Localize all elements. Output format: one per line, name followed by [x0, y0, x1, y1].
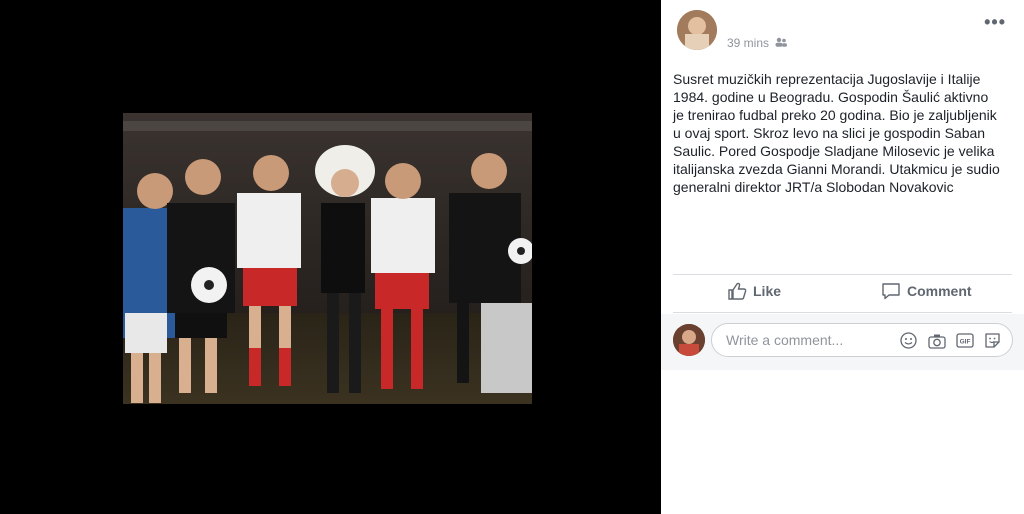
- viewer-avatar-image: [673, 324, 705, 356]
- divider-bottom: [673, 312, 1012, 313]
- comment-label: Comment: [907, 283, 972, 299]
- camera-icon[interactable]: [927, 331, 946, 350]
- author-avatar[interactable]: [677, 10, 717, 50]
- post-panel: 39 mins ••• Susret muzičkih reprezentaci…: [661, 0, 1024, 514]
- post-photo[interactable]: [123, 113, 532, 404]
- post-meta: 39 mins: [727, 36, 788, 50]
- like-button[interactable]: Like: [727, 282, 781, 300]
- like-icon: [728, 282, 747, 300]
- photo-image: [123, 113, 532, 404]
- friends-icon[interactable]: [775, 36, 788, 50]
- divider-top: [673, 274, 1012, 275]
- post-text: Susret muzičkih reprezentacija Jugoslavi…: [673, 71, 1000, 195]
- comment-button[interactable]: Comment: [881, 282, 972, 300]
- comment-bar: GIF: [661, 314, 1024, 370]
- photo-viewer: [0, 0, 661, 514]
- emoji-icon[interactable]: [899, 331, 918, 350]
- post-timestamp[interactable]: 39 mins: [727, 36, 769, 50]
- viewer-avatar[interactable]: [673, 324, 705, 356]
- like-label: Like: [753, 283, 782, 299]
- comment-input[interactable]: [724, 331, 898, 349]
- more-options-icon[interactable]: •••: [984, 12, 1006, 33]
- gif-icon[interactable]: GIF: [955, 331, 974, 350]
- svg-text:GIF: GIF: [959, 339, 970, 346]
- sticker-icon[interactable]: [983, 331, 1002, 350]
- comment-icon: [882, 283, 900, 300]
- avatar-image: [677, 10, 717, 50]
- comment-input-box[interactable]: GIF: [711, 323, 1013, 357]
